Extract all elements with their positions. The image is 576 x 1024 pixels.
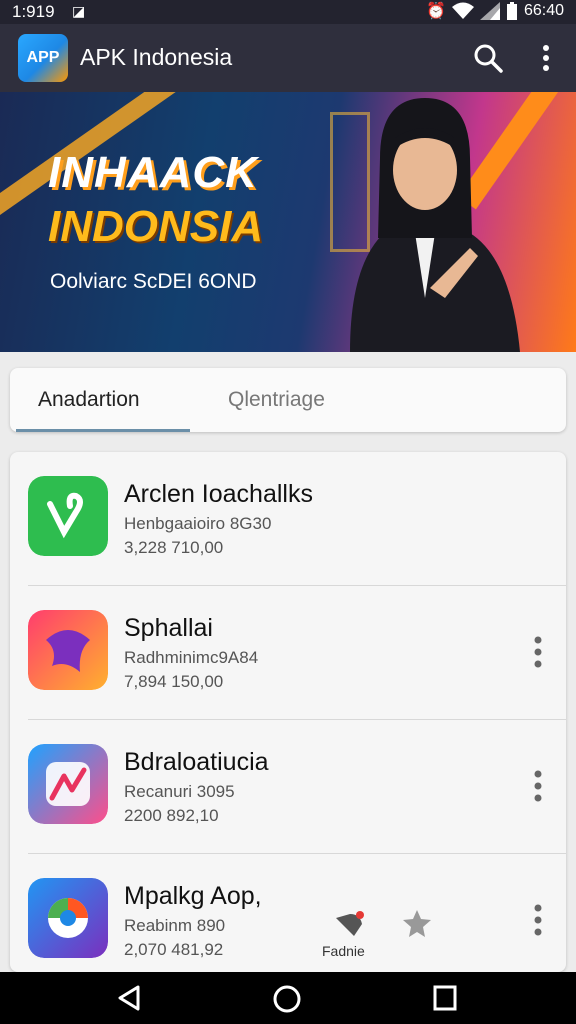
vine-logo-icon — [28, 476, 108, 556]
list-item[interactable]: Mpalkg Aop, Reabinm 890 2,070 481,92 — [10, 854, 566, 972]
app-name: Arclen Ioachallks — [124, 480, 313, 508]
app-bar: APP APK Indonesia — [0, 24, 576, 92]
app-stats: 2,070 481,92 — [124, 940, 224, 959]
chart-logo-icon — [28, 744, 108, 824]
search-icon[interactable] — [472, 42, 504, 74]
more-options-icon[interactable] — [534, 42, 558, 74]
favorites-label: Fadnie — [322, 943, 365, 959]
banner-subtitle: Oolviarc ScDEI 6OND — [50, 270, 257, 293]
list-item[interactable]: Bdraloatiucia Recanuri 3095 2200 892,10 — [10, 720, 566, 854]
more-options-icon[interactable] — [530, 766, 546, 806]
promo-banner[interactable]: INHAACK INDONSIA Oolviarc ScDEI 6OND — [0, 92, 576, 352]
app-name: Mpalkg Aop, — [124, 882, 262, 910]
tab-indicator — [16, 429, 190, 432]
app-meta: Reabinm 890 — [124, 916, 226, 935]
battery-icon — [506, 2, 517, 20]
star-icon[interactable] — [402, 908, 432, 938]
banner-headline-1: INHAACK — [48, 148, 258, 197]
wifi-icon — [451, 2, 474, 19]
back-icon[interactable] — [116, 984, 142, 1012]
system-nav-bar — [0, 972, 576, 1024]
notification-icon: ◪ — [72, 3, 86, 19]
alarm-icon: ⏰ — [426, 3, 446, 20]
app-meta: Recanuri 3095 — [124, 782, 235, 801]
tab-bar: Anadartion Qlentriage — [10, 368, 566, 432]
more-options-icon[interactable] — [530, 632, 546, 672]
app-logo: APP — [18, 34, 68, 82]
banner-person-image — [350, 98, 520, 352]
status-icons: ⏰ 66:40 — [426, 1, 564, 21]
bird-logo-icon — [28, 610, 108, 690]
app-stats: 2200 892,10 — [124, 806, 219, 825]
status-time: 1:919 — [12, 2, 55, 21]
home-icon[interactable] — [272, 984, 302, 1014]
app-name: Sphallai — [124, 614, 213, 642]
app-list: Arclen Ioachallks Henbgaaioiro 8G30 3,22… — [10, 452, 566, 972]
banner-headline-2: INDONSIA — [48, 202, 264, 251]
app-stats: 3,228 710,00 — [124, 538, 224, 557]
status-bar: 1:919 ◪ ⏰ 66:40 — [0, 0, 576, 24]
app-meta: Henbgaaioiro 8G30 — [124, 514, 272, 533]
more-options-icon[interactable] — [530, 900, 546, 940]
bird-icon[interactable] — [332, 908, 366, 938]
signal-icon — [479, 2, 500, 20]
app-title: APK Indonesia — [80, 44, 233, 70]
tab-qlentriage[interactable]: Qlentriage — [228, 388, 325, 412]
app-name: Bdraloatiucia — [124, 748, 269, 776]
app-stats: 7,894 150,00 — [124, 672, 224, 691]
status-clock: 66:40 — [523, 2, 564, 19]
app-meta: Radhminimc9A84 — [124, 648, 259, 667]
list-item[interactable]: Arclen Ioachallks Henbgaaioiro 8G30 3,22… — [10, 452, 566, 586]
browser-logo-icon — [28, 878, 108, 958]
tab-anadartion[interactable]: Anadartion — [38, 388, 140, 412]
list-item[interactable]: Sphallai Radhminimc9A84 7,894 150,00 — [10, 586, 566, 720]
recents-icon[interactable] — [432, 984, 458, 1012]
